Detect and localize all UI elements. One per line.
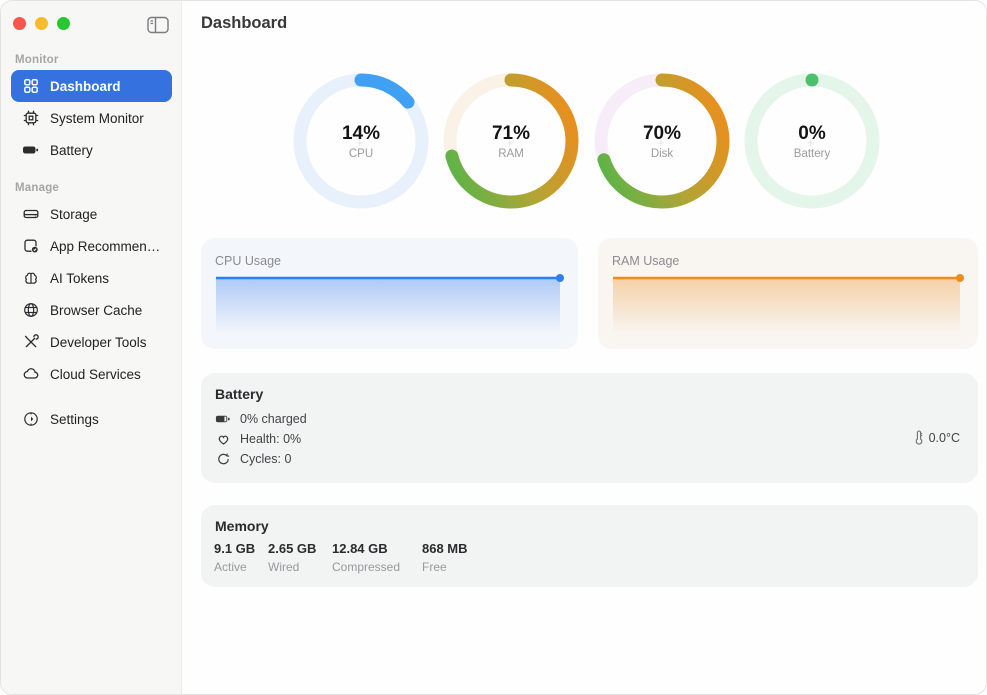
memory-free-label: Free — [422, 560, 468, 574]
battery-card: Battery 0% charged Health: 0% — [201, 373, 978, 483]
battery-charge-row: 0% charged — [215, 410, 307, 428]
page-title: Dashboard — [201, 14, 287, 33]
sidebar-item-settings[interactable]: Settings — [11, 403, 172, 435]
sidebar: Monitor Dashboard System Monit — [1, 1, 182, 694]
memory-wired-label: Wired — [268, 560, 316, 574]
sidebar-toggle-icon[interactable] — [146, 14, 172, 36]
disk-donut-chart: + 70% Disk — [594, 73, 730, 209]
sidebar-section-monitor: Monitor — [15, 54, 59, 66]
main-content: Dashboard + 14% CPU — [182, 1, 986, 694]
battery-ring-label: Battery — [794, 148, 830, 160]
memory-free-value: 868 MB — [422, 541, 468, 556]
cpu-percent: 14% — [342, 123, 380, 145]
ram-usage-sparkline — [611, 271, 965, 335]
battery-charge-icon — [215, 411, 231, 427]
memory-compressed-label: Compressed — [332, 560, 400, 574]
drive-icon — [22, 206, 39, 223]
zoom-button[interactable] — [57, 17, 70, 30]
cpu-usage-card: CPU Usage — [201, 238, 578, 349]
battery-health-text: Health: 0% — [240, 432, 301, 446]
ram-donut-chart: + 71% RAM — [443, 73, 579, 209]
ram-percent: 71% — [492, 123, 530, 145]
battery-charge-text: 0% charged — [240, 412, 307, 426]
close-button[interactable] — [13, 17, 26, 30]
ram-usage-card: RAM Usage — [598, 238, 978, 349]
memory-stat-wired: 2.65 GB Wired — [268, 541, 316, 574]
battery-cycles-text: Cycles: 0 — [240, 452, 291, 466]
thermometer-icon — [914, 430, 924, 445]
disk-ring-label: Disk — [651, 148, 673, 160]
memory-stat-active: 9.1 GB Active — [214, 541, 255, 574]
memory-card-title: Memory — [215, 518, 269, 534]
battery-donut-chart: + 0% Battery — [744, 73, 880, 209]
sidebar-item-label: Cloud Services — [50, 367, 141, 382]
battery-card-title: Battery — [215, 386, 263, 402]
sidebar-section-manage: Manage — [15, 182, 59, 194]
sidebar-item-browser-cache[interactable]: Browser Cache — [11, 294, 172, 326]
sidebar-item-battery[interactable]: Battery — [11, 134, 172, 166]
sidebar-item-app-recommendations[interactable]: App Recommen… — [11, 230, 172, 262]
memory-compressed-value: 12.84 GB — [332, 541, 400, 556]
globe-icon — [22, 302, 39, 319]
heart-icon — [215, 431, 231, 447]
battery-health-row: Health: 0% — [215, 430, 301, 448]
cpu-usage-sparkline — [214, 271, 565, 335]
sidebar-item-label: Developer Tools — [50, 335, 147, 350]
sidebar-item-storage[interactable]: Storage — [11, 198, 172, 230]
memory-active-label: Active — [214, 560, 255, 574]
battery-temperature: 0.0°C — [914, 430, 960, 445]
memory-stat-free: 868 MB Free — [422, 541, 468, 574]
sidebar-item-label: Storage — [50, 207, 97, 222]
cpu-donut-chart: + 14% CPU — [293, 73, 429, 209]
battery-icon — [22, 142, 39, 159]
traffic-lights — [13, 17, 70, 30]
sidebar-item-label: Browser Cache — [50, 303, 142, 318]
cycle-arrows-icon — [215, 451, 231, 467]
cloud-icon — [22, 366, 39, 383]
sidebar-item-label: Settings — [50, 412, 99, 427]
gear-icon — [22, 411, 39, 428]
sidebar-item-label: Battery — [50, 143, 93, 158]
memory-wired-value: 2.65 GB — [268, 541, 316, 556]
battery-percent: 0% — [798, 123, 825, 145]
memory-card: Memory 9.1 GB Active 2.65 GB Wired 12.84… — [201, 505, 978, 587]
sidebar-item-dashboard[interactable]: Dashboard — [11, 70, 172, 102]
memory-active-value: 9.1 GB — [214, 541, 255, 556]
sidebar-item-ai-tokens[interactable]: AI Tokens — [11, 262, 172, 294]
sidebar-item-cloud-services[interactable]: Cloud Services — [11, 358, 172, 390]
sidebar-item-label: System Monitor — [50, 111, 144, 126]
sidebar-item-system-monitor[interactable]: System Monitor — [11, 102, 172, 134]
sidebar-item-label: App Recommen… — [50, 239, 160, 254]
ram-usage-title: RAM Usage — [612, 254, 679, 268]
minimize-button[interactable] — [35, 17, 48, 30]
cpu-usage-title: CPU Usage — [215, 254, 281, 268]
grid-icon — [22, 78, 39, 95]
memory-stat-compressed: 12.84 GB Compressed — [332, 541, 400, 574]
sidebar-item-developer-tools[interactable]: Developer Tools — [11, 326, 172, 358]
battery-temperature-text: 0.0°C — [929, 431, 960, 445]
app-check-icon — [22, 238, 39, 255]
brain-icon — [22, 270, 39, 287]
sidebar-item-label: Dashboard — [50, 79, 121, 94]
app-window: Monitor Dashboard System Monit — [0, 0, 987, 695]
ram-ring-label: RAM — [498, 148, 524, 160]
battery-cycles-row: Cycles: 0 — [215, 450, 291, 468]
cpu-ring-label: CPU — [349, 148, 373, 160]
tools-icon — [22, 334, 39, 351]
cpu-chip-icon — [22, 110, 39, 127]
sidebar-item-label: AI Tokens — [50, 271, 109, 286]
disk-percent: 70% — [643, 123, 681, 145]
